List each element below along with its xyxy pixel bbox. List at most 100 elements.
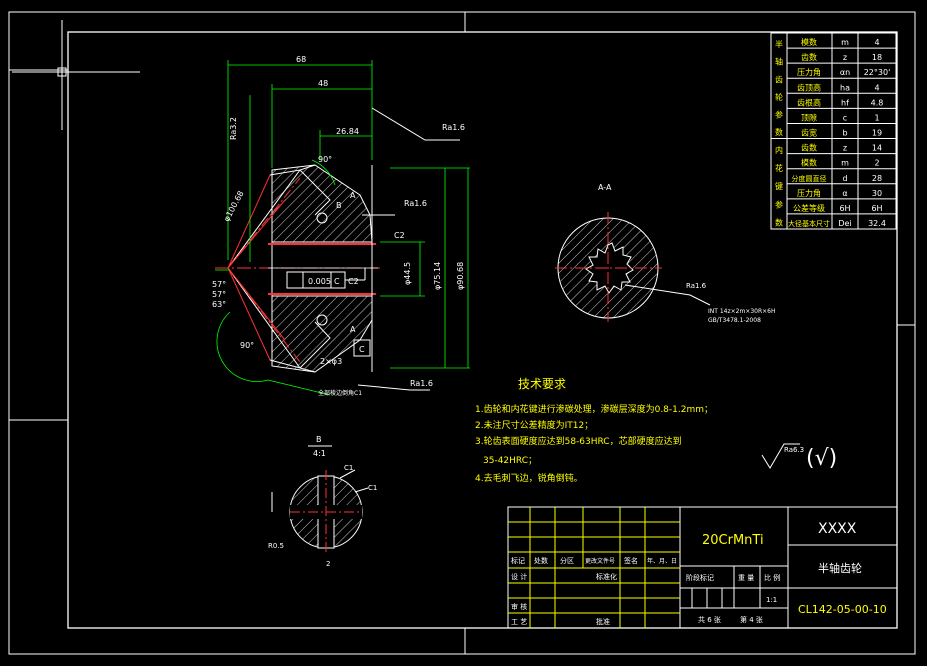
tb-zone: 分区 xyxy=(560,556,574,565)
detail-b-view: B 4:1 C1 C1 R0.5 2 xyxy=(268,435,377,568)
table-param-name: 分度圆直径 xyxy=(792,174,827,183)
c1-a: C1 xyxy=(344,464,353,472)
tb-count: 处数 xyxy=(534,556,548,565)
inner-frame xyxy=(67,31,898,629)
ra32: Ra3.2 xyxy=(229,117,238,140)
table-param-value: 2 xyxy=(874,159,879,168)
table-param-symbol: 6H xyxy=(839,204,850,213)
cursor-crosshair-icon xyxy=(12,20,140,130)
tb-mark: 标记 xyxy=(511,556,525,565)
tech-line-4: 35-42HRC； xyxy=(483,456,537,466)
table-param-value: 18 xyxy=(872,53,882,62)
table-param-value: 14 xyxy=(872,144,882,153)
table-param-value: 6H xyxy=(871,204,882,213)
dim-57-b: 57° xyxy=(212,290,226,299)
tb-review: 审 核 xyxy=(511,602,527,611)
tb-std: 标准化 xyxy=(596,572,617,581)
table-group-char: 数 xyxy=(775,127,783,137)
table-param-symbol: b xyxy=(842,129,847,138)
table-param-value: 4.8 xyxy=(871,98,884,107)
table-group-char: 内 xyxy=(775,145,783,155)
section-aa-view: A-A Ra1.6 INT 14z×2m×30R×6H GB/T3478.1-2… xyxy=(555,183,776,324)
b-mark: B xyxy=(336,201,342,210)
ra16-a: Ra1.6 xyxy=(442,123,465,132)
a-top: A xyxy=(350,191,356,200)
table-group-char: 轴 xyxy=(775,57,783,67)
table-group-char: 半 xyxy=(775,39,783,49)
spline-note-1: INT 14z×2m×30R×6H xyxy=(708,308,776,315)
tb-material: 20CrMnTi xyxy=(702,533,764,548)
table-param-name: 齿数 xyxy=(801,52,817,62)
table-param-name: 齿数 xyxy=(801,143,817,153)
table-param-name: 大径基本尺寸 xyxy=(788,219,830,228)
c1-b: C1 xyxy=(368,484,377,492)
tech-line-3: 3.轮齿表面硬度应达到58-63HRC，芯部硬度应达到 xyxy=(475,435,682,447)
tb-part-name: 半轴齿轮 xyxy=(818,561,862,575)
fillet-note: 2×φ3 xyxy=(320,357,342,366)
table-group-char: 键 xyxy=(775,181,783,191)
table-group-char: 参 xyxy=(775,109,783,119)
table-param-value: 28 xyxy=(872,174,882,183)
dim-57-a: 57° xyxy=(212,280,226,289)
table-param-value: 4 xyxy=(874,38,879,47)
dim-90-bottom: 90° xyxy=(240,341,254,350)
table-group-char: 数 xyxy=(775,217,783,227)
table-param-name: 模数 xyxy=(801,37,817,47)
d2: 2 xyxy=(326,560,330,568)
roughness-check-icon: (√) xyxy=(806,446,837,471)
table-param-symbol: d xyxy=(842,174,847,183)
table-param-name: 齿宽 xyxy=(801,128,817,138)
tb-design: 设 计 xyxy=(511,572,527,581)
table-param-symbol: α xyxy=(842,189,847,198)
table-param-symbol: ha xyxy=(840,83,850,92)
table-param-symbol: m xyxy=(841,159,849,168)
table-param-symbol: hf xyxy=(841,98,849,107)
table-param-name: 压力角 xyxy=(797,188,821,198)
a-bottom: A xyxy=(350,325,356,334)
table-param-name: 顶隙 xyxy=(801,112,817,122)
table-param-symbol: z xyxy=(843,144,847,153)
tb-docno: 更改文件号 xyxy=(585,557,615,565)
dim-63: 63° xyxy=(212,300,226,309)
c-box: C xyxy=(359,345,365,354)
tb-scale-h: 比 例 xyxy=(764,573,780,582)
section-label: A-A xyxy=(598,183,612,192)
tech-requirements: 技术要求 1.齿轮和内花键进行渗碳处理，渗碳层深度为0.8-1.2mm； 2.未… xyxy=(475,377,713,484)
ra16-b: Ra1.6 xyxy=(404,199,427,208)
tol-ref: C xyxy=(334,277,340,286)
edge-note: 全部棱边倒角C1 xyxy=(318,389,362,397)
table-param-name: 模数 xyxy=(801,158,817,168)
ra16-c: Ra1.6 xyxy=(410,379,433,388)
tb-weight: 重 量 xyxy=(738,574,754,582)
tb-drawing-no: CL142-05-00-10 xyxy=(798,603,887,616)
roughness-ra63: Ra6.3 xyxy=(784,446,804,454)
roughness-overall: Ra6.3 (√) xyxy=(761,443,837,471)
table-param-value: 32.4 xyxy=(868,219,886,228)
table-param-value: 30 xyxy=(872,189,882,198)
table-param-symbol: m xyxy=(841,38,849,47)
table-group-char: 花 xyxy=(775,163,783,173)
table-param-value: 4 xyxy=(874,83,879,92)
detail-name: B xyxy=(316,435,322,444)
table-param-symbol: αn xyxy=(840,68,850,77)
tech-line-1: 1.齿轮和内花键进行渗碳处理，渗碳层深度为0.8-1.2mm； xyxy=(475,403,713,415)
table-param-name: 齿顶高 xyxy=(797,82,821,92)
tb-scale: 1:1 xyxy=(766,596,777,604)
dim-48: 48 xyxy=(318,79,328,88)
table-group-char: 轮 xyxy=(775,92,783,102)
phi-b: φ75.14 xyxy=(433,262,442,290)
tb-date: 年、月、日 xyxy=(647,557,677,565)
spline-note-2: GB/T3478.1-2008 xyxy=(708,317,761,324)
tb-sheet: 第 4 张 xyxy=(740,615,763,624)
table-param-name: 公差等级 xyxy=(793,203,825,213)
tb-stage: 阶段标记 xyxy=(686,573,714,582)
table-param-value: 19 xyxy=(872,129,882,138)
tech-title: 技术要求 xyxy=(518,377,566,391)
tb-approve: 批准 xyxy=(596,617,610,626)
tech-line-5: 4.去毛刺飞边，锐角倒钝。 xyxy=(475,472,583,484)
outer-border xyxy=(8,11,916,655)
table-param-name: 齿根高 xyxy=(797,97,821,107)
dim-68: 68 xyxy=(296,55,306,64)
tb-sheets: 共 6 张 xyxy=(698,615,721,624)
c2-a: C2 xyxy=(394,231,405,240)
